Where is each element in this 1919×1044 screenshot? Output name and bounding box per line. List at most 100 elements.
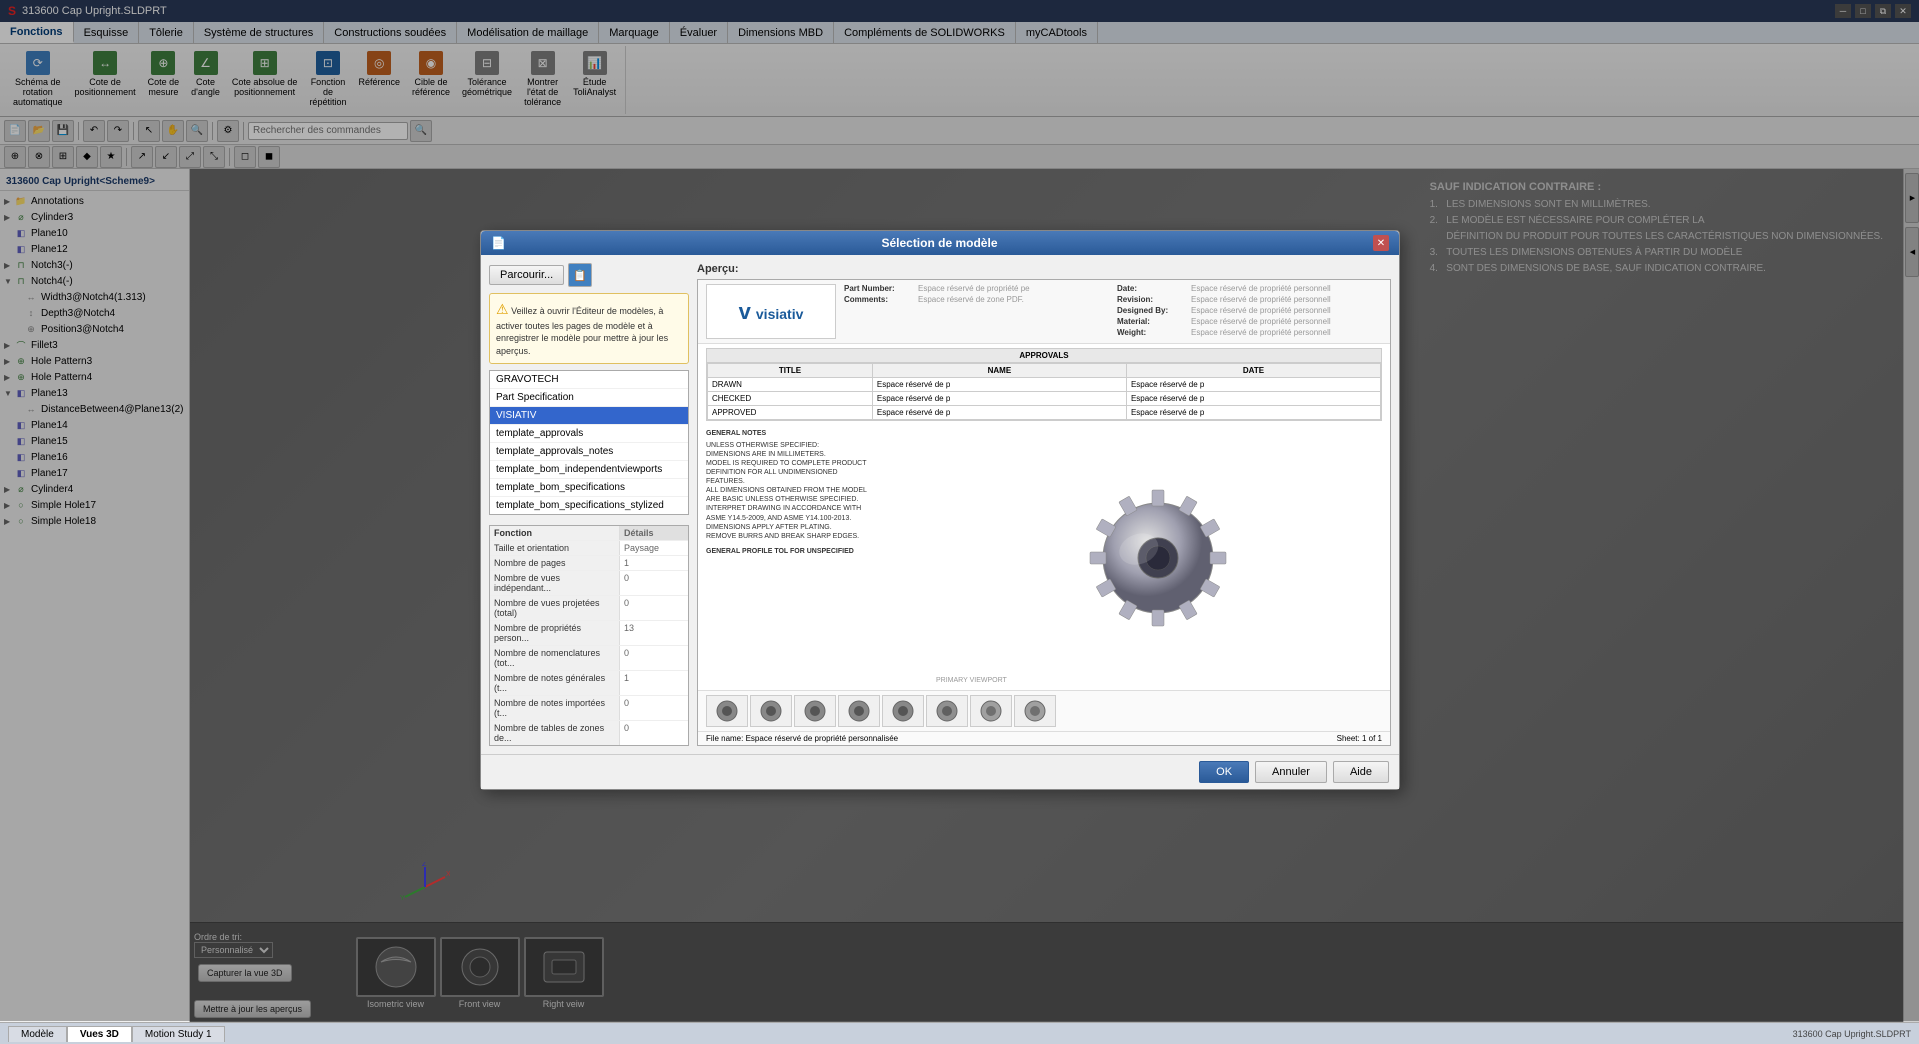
status-info: 313600 Cap Upright.SLDPRT <box>1793 1029 1911 1039</box>
info-row-vues-ind: Nombre de vues indépendant... 0 <box>490 571 688 596</box>
preview-notes: GENERAL NOTES UNLESS OTHERWISE SPECIFIED… <box>706 429 926 686</box>
status-tabs: Modèle Vues 3D Motion Study 1 <box>8 1026 225 1042</box>
approval-row-approved: APPROVED Espace réservé de p Espace rése… <box>708 406 1381 420</box>
preview-meta2: Date: Espace réservé de propriété person… <box>1117 284 1382 339</box>
info-key-notes-gen: Nombre de notes générales (t... <box>490 671 620 695</box>
gear-3d-svg <box>1068 483 1248 633</box>
info-row-zones: Nombre de tables de zones de... 0 <box>490 721 688 745</box>
meta-row-designed-by: Designed By: Espace réservé de propriété… <box>1117 306 1382 315</box>
preview-header: v visiativ Part Number: Espace réservé d… <box>698 280 1390 344</box>
template-item-gravotech[interactable]: GRAVOTECH <box>490 371 688 389</box>
checked-date: Espace réservé de p <box>1126 392 1380 406</box>
approvals-title: APPROVALS <box>707 349 1381 363</box>
info-row-proprietes: Nombre de propriétés person... 13 <box>490 621 688 646</box>
approval-row-checked: CHECKED Espace réservé de p Espace réser… <box>708 392 1381 406</box>
approved-name: Espace réservé de p <box>872 406 1126 420</box>
primary-viewport-label: PRIMARY VIEWPORT <box>936 677 1007 684</box>
browse-icon[interactable]: 📋 <box>568 263 592 287</box>
checked-name: Espace réservé de p <box>872 392 1126 406</box>
template-item-approvals-notes[interactable]: template_approvals_notes <box>490 443 688 461</box>
modal-help-button[interactable]: Aide <box>1333 761 1389 783</box>
file-name-area: File name: Espace réservé de propriété p… <box>706 734 898 743</box>
info-header-fonction: Fonction <box>490 526 620 540</box>
info-val-taille: Paysage <box>620 541 663 555</box>
file-name-val: Espace réservé de propriété personnalisé… <box>746 734 899 743</box>
material-val: Espace réservé de propriété personnell <box>1191 317 1331 326</box>
status-tab-modele[interactable]: Modèle <box>8 1026 67 1042</box>
modal-cancel-button[interactable]: Annuler <box>1255 761 1327 783</box>
info-row-taille: Taille et orientation Paysage <box>490 541 688 556</box>
date-val: Espace réservé de propriété personnell <box>1191 284 1331 293</box>
approved-title: APPROVED <box>708 406 873 420</box>
template-item-bom-spec-stylized[interactable]: template_bom_specifications_stylized <box>490 497 688 515</box>
general-profile-note: GENERAL PROFILE TOL FOR UNSPECIFIED <box>706 547 926 557</box>
browse-button[interactable]: Parcourir... <box>489 265 564 285</box>
warning-text: Veillez à ouvrir l'Éditeur de modèles, à… <box>496 306 668 356</box>
modal-selection-modele: 📄 Sélection de modèle ✕ Parcourir... 📋 ⚠… <box>480 230 1400 790</box>
visiativ-v: v <box>739 299 751 324</box>
template-item-bom-spec[interactable]: template_bom_specifications <box>490 479 688 497</box>
meta-row-material: Material: Espace réservé de propriété pe… <box>1117 317 1382 326</box>
prev-thumb-3 <box>794 695 836 727</box>
status-tab-motion-study[interactable]: Motion Study 1 <box>132 1026 225 1042</box>
revision-key: Revision: <box>1117 295 1187 304</box>
info-val-zones: 0 <box>620 721 633 745</box>
meta-row-partnumber: Part Number: Espace réservé de propriété… <box>844 284 1109 293</box>
info-val-vues-ind: 0 <box>620 571 633 595</box>
modal-close-button[interactable]: ✕ <box>1373 235 1389 251</box>
material-key: Material: <box>1117 317 1187 326</box>
template-item-approvals[interactable]: template_approvals <box>490 425 688 443</box>
prev-thumb-5 <box>882 695 924 727</box>
approval-row-drawn: DRAWN Espace réservé de p Espace réservé… <box>708 378 1381 392</box>
info-key-pages: Nombre de pages <box>490 556 620 570</box>
modal-title-text: Sélection de modèle <box>881 236 997 250</box>
info-val-proprietes: 13 <box>620 621 638 645</box>
status-tab-vues3d[interactable]: Vues 3D <box>67 1026 132 1042</box>
info-val-pages: 1 <box>620 556 633 570</box>
approved-date: Espace réservé de p <box>1126 406 1380 420</box>
modal-browse-row: Parcourir... 📋 <box>489 263 689 287</box>
info-key-notes-imp: Nombre de notes importées (t... <box>490 696 620 720</box>
weight-key: Weight: <box>1117 328 1187 337</box>
general-notes-text: UNLESS OTHERWISE SPECIFIED: DIMENSIONS A… <box>706 441 926 541</box>
template-item-visiativ[interactable]: VISIATIV <box>490 407 688 425</box>
revision-val: Espace réservé de propriété personnell <box>1191 295 1331 304</box>
meta-row-weight: Weight: Espace réservé de propriété pers… <box>1117 328 1382 337</box>
info-val-notes-gen: 1 <box>620 671 633 695</box>
preview-logo-area: v visiativ <box>706 284 836 339</box>
info-val-vues-proj: 0 <box>620 596 633 620</box>
template-item-part-spec[interactable]: Part Specification <box>490 389 688 407</box>
template-item-bom-independent[interactable]: template_bom_independentviewports <box>490 461 688 479</box>
modal-overlay: 📄 Sélection de modèle ✕ Parcourir... 📋 ⚠… <box>0 0 1919 1021</box>
info-val-nomenclatures: 0 <box>620 646 633 670</box>
modal-title-bar: 📄 Sélection de modèle ✕ <box>481 231 1399 255</box>
comments-key: Comments: <box>844 295 914 304</box>
prev-thumb-2 <box>750 695 792 727</box>
meta-row-comments: Comments: Espace réservé de zone PDF. <box>844 295 1109 304</box>
preview-body: GENERAL NOTES UNLESS OTHERWISE SPECIFIED… <box>698 425 1390 690</box>
info-key-zones: Nombre de tables de zones de... <box>490 721 620 745</box>
modal-right-panel: Aperçu: v visiativ <box>697 263 1391 746</box>
meta-row-revision: Revision: Espace réservé de propriété pe… <box>1117 295 1382 304</box>
info-row-nomenclatures: Nombre de nomenclatures (tot... 0 <box>490 646 688 671</box>
preview-gear-area: PRIMARY VIEWPORT <box>934 429 1382 686</box>
meta-row-date: Date: Espace réservé de propriété person… <box>1117 284 1382 293</box>
modal-buttons: OK Annuler Aide <box>481 754 1399 789</box>
prev-thumb-1 <box>706 695 748 727</box>
modal-ok-button[interactable]: OK <box>1199 761 1249 783</box>
col-title: TITLE <box>708 364 873 378</box>
visiativ-logo: v visiativ <box>739 299 804 325</box>
col-name: NAME <box>872 364 1126 378</box>
part-number-key: Part Number: <box>844 284 914 293</box>
modal-body: Parcourir... 📋 ⚠ Veillez à ouvrir l'Édit… <box>481 255 1399 754</box>
drawn-title: DRAWN <box>708 378 873 392</box>
preview-footer: File name: Espace réservé de propriété p… <box>698 731 1390 745</box>
status-bar: Modèle Vues 3D Motion Study 1 313600 Cap… <box>0 1022 1919 1044</box>
col-date: DATE <box>1126 364 1380 378</box>
modal-left-panel: Parcourir... 📋 ⚠ Veillez à ouvrir l'Édit… <box>489 263 689 746</box>
drawn-name: Espace réservé de p <box>872 378 1126 392</box>
approvals-table: TITLE NAME DATE DRAWN Espace réservé de … <box>707 363 1381 420</box>
general-notes-title: GENERAL NOTES <box>706 429 926 439</box>
info-row-notes-imp: Nombre de notes importées (t... 0 <box>490 696 688 721</box>
preview-thumbnails <box>698 690 1390 731</box>
